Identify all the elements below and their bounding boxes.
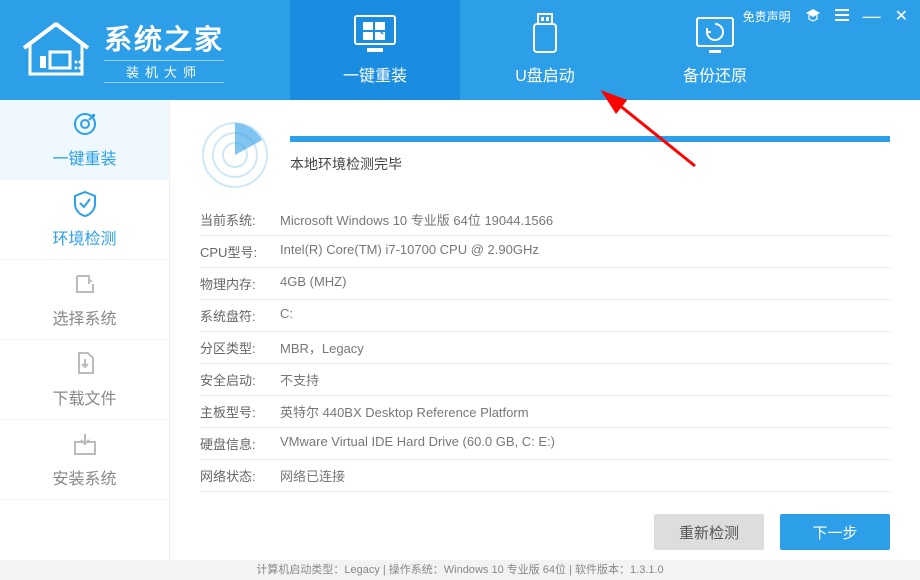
tab-label: 备份还原 [683, 62, 747, 86]
info-value: 网络已连接 [280, 466, 890, 485]
info-label: CPU型号: [200, 242, 280, 261]
info-label: 主板型号: [200, 402, 280, 421]
sidebar-item-label: 环境检测 [52, 225, 116, 249]
top-tabs: 一键重装 U盘启动 备份还原 [290, 0, 800, 100]
close-icon[interactable]: ✕ [895, 6, 908, 26]
monitor-icon [353, 14, 397, 54]
menu-icon[interactable] [835, 9, 849, 24]
info-value: VMware Virtual IDE Hard Drive (60.0 GB, … [280, 434, 890, 453]
info-row: 系统盘符:C: [200, 300, 890, 332]
scan-status-text: 本地环境检测完毕 [290, 154, 890, 174]
install-icon [71, 431, 99, 457]
info-row: 硬盘信息:VMware Virtual IDE Hard Drive (60.0… [200, 428, 890, 460]
info-row: 主板型号:英特尔 440BX Desktop Reference Platfor… [200, 396, 890, 428]
info-label: 系统盘符: [200, 306, 280, 325]
tab-reinstall[interactable]: 一键重装 [290, 0, 460, 100]
sidebar-item-label: 安装系统 [52, 465, 116, 489]
footer-status: 计算机启动类型：Legacy | 操作系统：Windows 10 专业版 64位… [0, 560, 920, 580]
tab-label: U盘启动 [515, 62, 575, 86]
target-icon [71, 111, 99, 137]
info-value: MBR，Legacy [280, 338, 890, 357]
info-row: 物理内存:4GB (MHZ) [200, 268, 890, 300]
info-row: CPU型号:Intel(R) Core(TM) i7-10700 CPU @ 2… [200, 236, 890, 268]
tab-usb-boot[interactable]: U盘启动 [460, 0, 630, 100]
disclaimer-link[interactable]: 免责声明 [743, 8, 791, 25]
sidebar: 一键重装 环境检测 选择系统 下载文件 安装系统 [0, 100, 170, 560]
titlebar: 免责声明 — ✕ [743, 6, 908, 26]
sidebar-item-label: 下载文件 [52, 385, 116, 409]
info-label: 当前系统: [200, 210, 280, 229]
shield-icon [71, 191, 99, 217]
select-icon [71, 271, 99, 297]
logo-icon [20, 20, 92, 80]
info-label: 物理内存: [200, 274, 280, 293]
sidebar-item-install[interactable]: 安装系统 [0, 420, 169, 500]
sidebar-item-env-check[interactable]: 环境检测 [0, 180, 169, 260]
info-label: 安全启动: [200, 370, 280, 389]
header: 系统之家 装机大师 一键重装 U盘启动 备份还原 免责声明 — ✕ [0, 0, 920, 100]
graduate-icon[interactable] [805, 8, 821, 25]
logo-area: 系统之家 装机大师 [20, 18, 290, 83]
info-table: 当前系统:Microsoft Windows 10 专业版 64位 19044.… [200, 204, 890, 502]
info-row: 安全启动:不支持 [200, 364, 890, 396]
radar-icon [200, 120, 270, 190]
logo-title: 系统之家 [104, 18, 224, 58]
logo-subtitle: 装机大师 [104, 60, 224, 83]
usb-icon [523, 14, 567, 54]
sidebar-item-reinstall[interactable]: 一键重装 [0, 100, 169, 180]
info-value: 不支持 [280, 370, 890, 389]
sidebar-item-select-system[interactable]: 选择系统 [0, 260, 169, 340]
main-content: 本地环境检测完毕 当前系统:Microsoft Windows 10 专业版 6… [170, 100, 920, 560]
info-label: 硬盘信息: [200, 434, 280, 453]
info-row: 当前系统:Microsoft Windows 10 专业版 64位 19044.… [200, 204, 890, 236]
minimize-icon[interactable]: — [863, 11, 881, 21]
tab-label: 一键重装 [343, 62, 407, 86]
sidebar-item-label: 一键重装 [52, 145, 116, 169]
info-label: 分区类型: [200, 338, 280, 357]
recheck-button[interactable]: 重新检测 [654, 514, 764, 550]
info-value: 英特尔 440BX Desktop Reference Platform [280, 402, 890, 421]
progress-bar [290, 136, 890, 142]
info-value: Intel(R) Core(TM) i7-10700 CPU @ 2.90GHz [280, 242, 890, 261]
action-bar: 重新检测 下一步 [200, 514, 890, 550]
info-value: Microsoft Windows 10 专业版 64位 19044.1566 [280, 210, 890, 229]
info-value: C: [280, 306, 890, 325]
scan-header: 本地环境检测完毕 [200, 120, 890, 190]
info-label: 网络状态: [200, 466, 280, 485]
info-row: 分区类型:MBR，Legacy [200, 332, 890, 364]
sidebar-item-download[interactable]: 下载文件 [0, 340, 169, 420]
download-icon [71, 351, 99, 377]
next-button[interactable]: 下一步 [780, 514, 890, 550]
backup-icon [693, 14, 737, 54]
body: 一键重装 环境检测 选择系统 下载文件 安装系统 [0, 100, 920, 560]
info-row: 网络状态:网络已连接 [200, 460, 890, 492]
sidebar-item-label: 选择系统 [52, 305, 116, 329]
info-value: 4GB (MHZ) [280, 274, 890, 293]
